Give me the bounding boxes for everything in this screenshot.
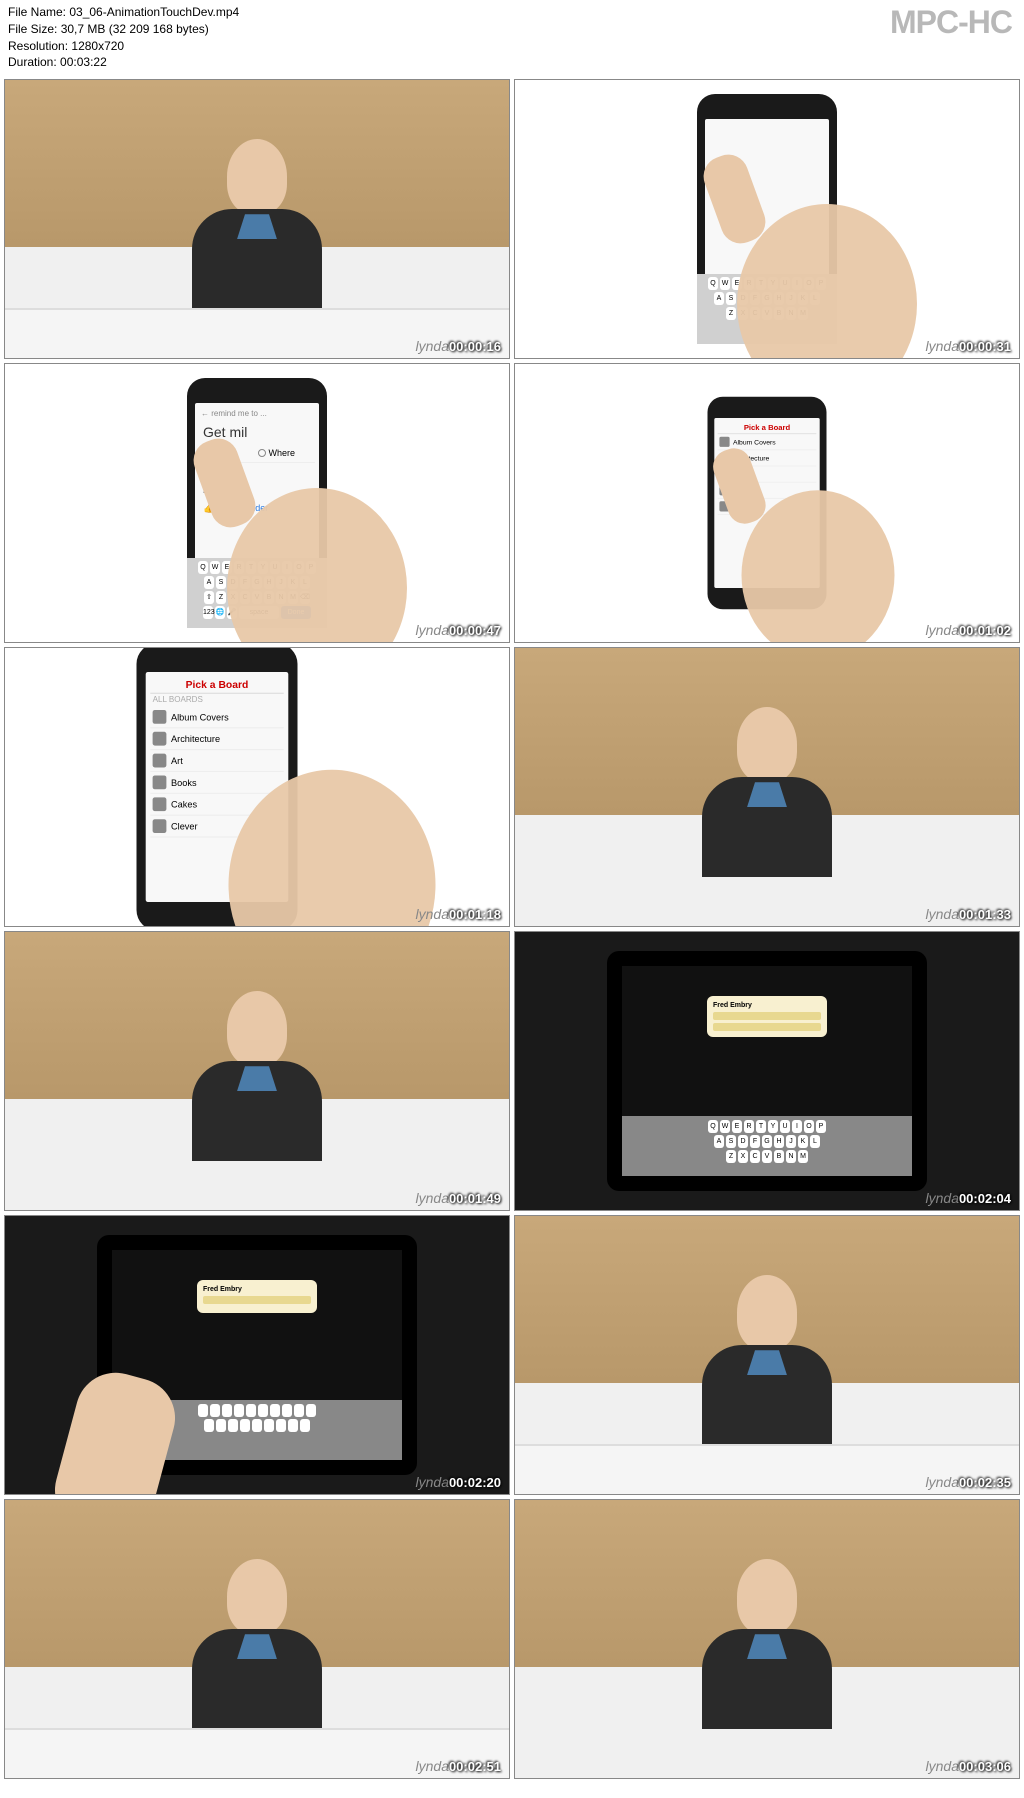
watermark: lynda [416, 1758, 449, 1774]
watermark: lynda [926, 906, 959, 922]
thumbnail[interactable]: lynda 00:03:06 [514, 1499, 1020, 1779]
watermark: lynda [926, 1190, 959, 1206]
thumbnail[interactable]: lynda 00:01:49 [4, 931, 510, 1211]
watermark: lynda [926, 622, 959, 638]
timestamp: 00:00:31 [959, 339, 1011, 354]
timestamp: 00:03:06 [959, 1759, 1011, 1774]
thumbnail[interactable]: Pick a Board ALL BOARDS Album Covers Arc… [4, 647, 510, 927]
watermark: lynda [416, 906, 449, 922]
timestamp: 00:02:51 [449, 1759, 501, 1774]
thumbnail[interactable]: ← remind me to ... Get mil When Where To… [4, 363, 510, 643]
thumbnail[interactable]: Pick a Board Album Covers Architecture A… [514, 363, 1020, 643]
watermark: lynda [926, 1758, 959, 1774]
thumbnail[interactable]: Fred Embry QWERTYUIOP ASDFGHJKL ZXCVBNM … [514, 931, 1020, 1211]
timestamp: 00:01:02 [959, 623, 1011, 638]
timestamp: 00:00:16 [449, 339, 501, 354]
watermark: lynda [416, 1190, 449, 1206]
thumbnail[interactable]: Fred Embry lynda 00:02:20 [4, 1215, 510, 1495]
timestamp: 00:02:04 [959, 1191, 1011, 1206]
timestamp: 00:00:47 [449, 623, 501, 638]
thumbnail[interactable]: lynda 00:00:16 [4, 79, 510, 359]
file-info-header: File Name: 03_06-AnimationTouchDev.mp4 F… [0, 0, 1024, 75]
watermark: lynda [416, 338, 449, 354]
timestamp: 00:01:33 [959, 907, 1011, 922]
thumbnail[interactable]: lynda 00:01:33 [514, 647, 1020, 927]
thumbnail[interactable]: lynda 00:02:51 [4, 1499, 510, 1779]
watermark: lynda [926, 338, 959, 354]
timestamp: 00:01:49 [449, 1191, 501, 1206]
watermark: lynda [416, 1474, 449, 1490]
timestamp: 00:02:20 [449, 1475, 501, 1490]
app-logo: MPC-HC [890, 4, 1012, 41]
watermark: lynda [926, 1474, 959, 1490]
watermark: lynda [416, 622, 449, 638]
thumbnail[interactable]: lynda 00:02:35 [514, 1215, 1020, 1495]
thumbnail-grid: lynda 00:00:16 QWERTYUIOP ASDFGHJKL ZXCV… [0, 75, 1024, 1783]
thumbnail[interactable]: QWERTYUIOP ASDFGHJKL ZXCVBNM lynda 00:00… [514, 79, 1020, 359]
timestamp: 00:01:18 [449, 907, 501, 922]
timestamp: 00:02:35 [959, 1475, 1011, 1490]
